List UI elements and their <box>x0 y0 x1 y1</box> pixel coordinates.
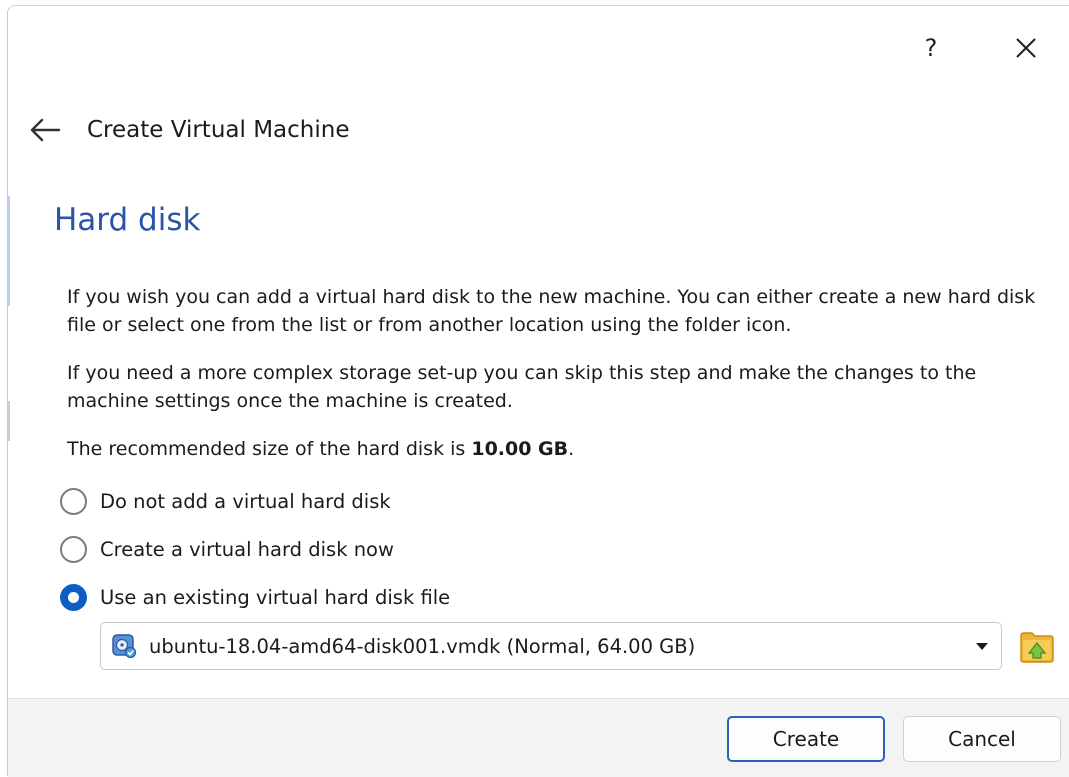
create-button[interactable]: Create <box>727 716 885 762</box>
recommended-size-text: The recommended size of the hard disk is… <box>67 435 1057 463</box>
dialog-window: ? Create Virtual Machine Hard disk If yo… <box>7 5 1069 777</box>
radio-existing-disk[interactable]: Use an existing virtual hard disk file <box>60 580 450 614</box>
description-paragraph: If you need a more complex storage set-u… <box>67 362 977 412</box>
dialog-footer: Create Cancel <box>8 698 1069 777</box>
folder-icon <box>1020 632 1054 663</box>
close-icon <box>1016 38 1036 58</box>
radio-label: Create a virtual hard disk now <box>100 537 394 561</box>
radio-button[interactable] <box>60 487 87 515</box>
help-button[interactable]: ? <box>906 28 956 68</box>
radio-button-checked[interactable] <box>60 583 87 611</box>
radio-no-disk[interactable]: Do not add a virtual hard disk <box>60 484 391 518</box>
close-button[interactable] <box>1001 28 1051 68</box>
recommended-size-prefix: The recommended size of the hard disk is <box>67 438 472 460</box>
radio-label: Do not add a virtual hard disk <box>100 489 391 513</box>
description-paragraph: If you wish you can add a virtual hard d… <box>67 286 1036 336</box>
dialog-title: Create Virtual Machine <box>87 117 350 143</box>
back-button[interactable] <box>24 110 66 150</box>
radio-button[interactable] <box>60 535 87 563</box>
dropdown-arrow[interactable] <box>973 638 991 656</box>
page-title: Hard disk <box>54 202 201 238</box>
disk-file-select[interactable]: ubuntu-18.04-amd64-disk001.vmdk (Normal,… <box>100 622 1002 670</box>
disk-file-value: ubuntu-18.04-amd64-disk001.vmdk (Normal,… <box>149 634 696 658</box>
recommended-size-suffix: . <box>568 438 575 460</box>
chevron-down-icon <box>976 643 988 650</box>
background-window-edge <box>8 401 10 441</box>
background-window-edge <box>8 196 10 306</box>
choose-disk-file-button[interactable] <box>1018 627 1056 667</box>
help-icon: ? <box>924 34 938 62</box>
radio-label: Use an existing virtual hard disk file <box>100 585 451 609</box>
hard-disk-icon <box>112 634 137 659</box>
back-arrow-icon <box>30 118 61 142</box>
radio-create-disk[interactable]: Create a virtual hard disk now <box>60 532 394 566</box>
recommended-size-value: 10.00 GB <box>471 438 569 460</box>
cancel-button[interactable]: Cancel <box>903 716 1061 762</box>
